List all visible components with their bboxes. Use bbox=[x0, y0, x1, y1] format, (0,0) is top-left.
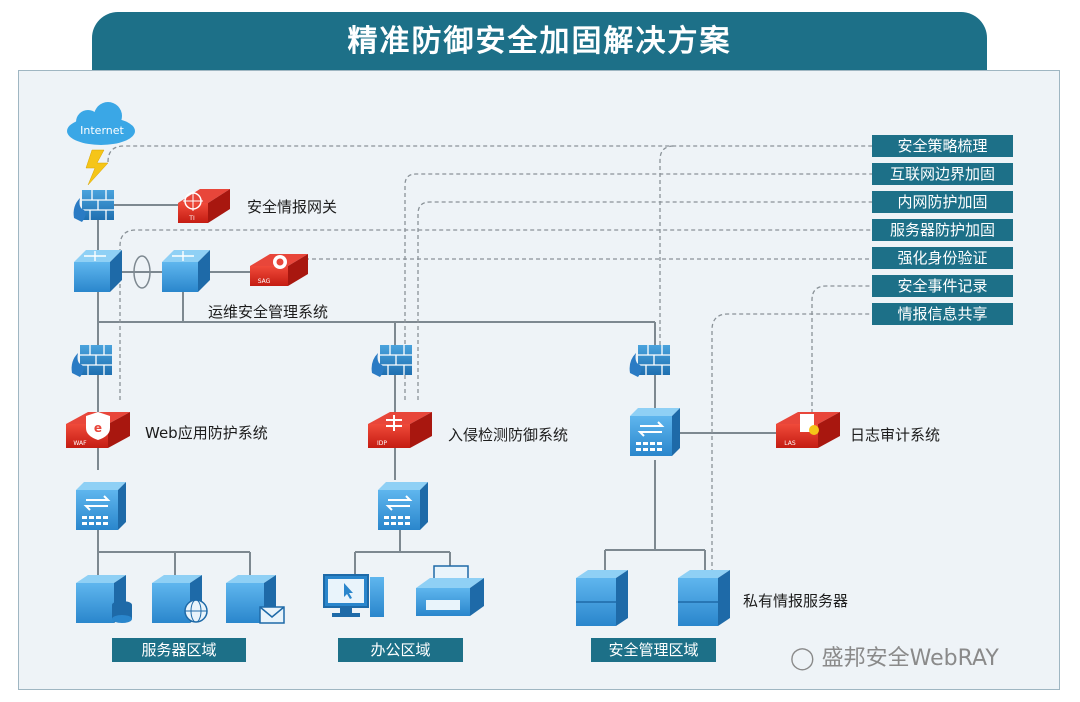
las-device-icon: LAS bbox=[776, 412, 840, 448]
tag-identity-auth: 强化身份验证 bbox=[872, 247, 1013, 269]
wechat-icon: ◯ bbox=[790, 646, 815, 671]
firewall-icon bbox=[73, 190, 114, 222]
tag-intel-sharing: 情报信息共享 bbox=[872, 303, 1013, 325]
private-intel-server-label: 私有情报服务器 bbox=[743, 592, 849, 610]
access-switch-middle-icon bbox=[378, 482, 428, 530]
ops-switch-icon bbox=[162, 250, 210, 292]
intel-gateway-label: 安全情报网关 bbox=[247, 198, 338, 216]
private-intel-server-icon bbox=[678, 570, 730, 626]
watermark-text: 盛邦安全WebRAY bbox=[821, 646, 999, 671]
log-audit-label: 日志审计系统 bbox=[850, 426, 941, 444]
tag-intranet-hardening: 内网防护加固 bbox=[872, 191, 1013, 213]
tag-server-hardening: 服务器防护加固 bbox=[872, 219, 1013, 241]
watermark: ◯ 盛邦安全WebRAY bbox=[790, 640, 999, 672]
cloud-label: Internet bbox=[80, 124, 124, 137]
printer-icon bbox=[416, 565, 484, 616]
idp-badge: IDP bbox=[377, 440, 387, 447]
waf-label: Web应用防护系统 bbox=[145, 424, 268, 442]
waf-device-icon: e WAF bbox=[66, 412, 130, 448]
security-mgmt-zone-label: 安全管理区域 bbox=[591, 638, 716, 662]
intel-gateway-device-icon: TI bbox=[178, 189, 230, 223]
access-switch-right-icon bbox=[630, 408, 680, 456]
tag-event-logging: 安全事件记录 bbox=[872, 275, 1013, 297]
mail-server-icon bbox=[226, 575, 285, 624]
security-mgmt-server-icon bbox=[576, 570, 628, 626]
ids-label: 入侵检测防御系统 bbox=[448, 426, 569, 444]
tag-internet-boundary: 互联网边界加固 bbox=[872, 163, 1013, 185]
server-zone-label: 服务器区域 bbox=[112, 638, 246, 662]
lightning-icon bbox=[85, 149, 109, 186]
office-zone-label: 办公区域 bbox=[338, 638, 463, 662]
firewall-left-icon bbox=[71, 345, 112, 377]
database-server-icon bbox=[76, 575, 132, 623]
web-server-icon bbox=[152, 575, 208, 623]
firewall-right-icon bbox=[629, 345, 670, 377]
network-diagram: Internet TI SAG e WAF IDP LAS bbox=[66, 102, 872, 626]
ti-badge: TI bbox=[188, 215, 195, 222]
firewall-middle-icon bbox=[371, 345, 412, 377]
access-switch-left-icon bbox=[76, 482, 126, 530]
sag-device-icon: SAG bbox=[250, 254, 308, 286]
waf-badge: WAF bbox=[73, 440, 87, 447]
desktop-computer-icon bbox=[323, 574, 384, 617]
sag-badge: SAG bbox=[258, 278, 271, 285]
svg-text:e: e bbox=[94, 421, 102, 435]
core-switch-icon bbox=[74, 250, 122, 292]
idp-device-icon: IDP bbox=[368, 412, 432, 448]
ops-mgmt-label: 运维安全管理系统 bbox=[208, 303, 329, 321]
internet-cloud-icon: Internet bbox=[67, 102, 135, 145]
las-badge: LAS bbox=[784, 440, 796, 447]
tag-security-policy: 安全策略梳理 bbox=[872, 135, 1013, 157]
